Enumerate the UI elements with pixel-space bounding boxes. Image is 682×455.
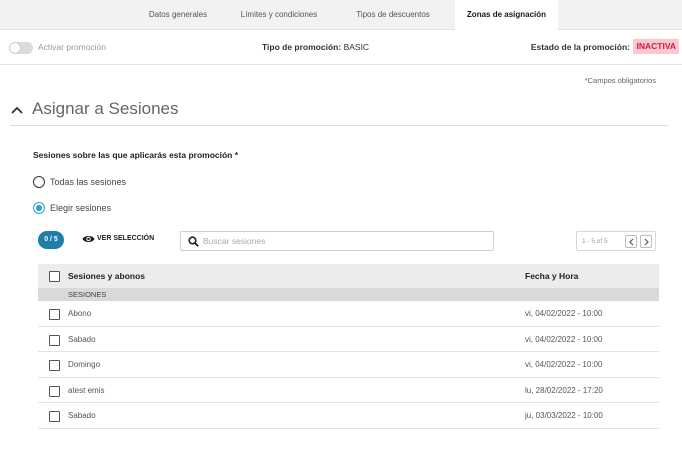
session-name: Sabado — [68, 334, 96, 344]
table-row: Abono vi, 04/02/2022 - 10:00 — [38, 301, 659, 327]
session-date: vi, 04/02/2022 - 10:00 — [525, 360, 603, 369]
radio-button[interactable] — [33, 202, 45, 214]
eye-icon — [82, 236, 95, 242]
tab-limites-condiciones[interactable]: Límites y condiciones — [228, 0, 330, 30]
row-checkbox[interactable] — [49, 385, 60, 397]
select-all-checkbox[interactable] — [49, 271, 60, 282]
row-checkbox[interactable] — [49, 360, 60, 371]
group-row: SESIONES — [38, 288, 659, 301]
table-row: atest emis lu, 28/02/2022 - 17:20 — [38, 378, 659, 403]
session-name: Sabado — [68, 411, 96, 420]
section-title: Asignar a Sesiones — [32, 99, 179, 118]
search-input[interactable] — [203, 234, 483, 248]
column-header-date: Fecha y Hora — [525, 271, 579, 281]
promotion-state-label: Estado de la promoción: — [530, 42, 630, 52]
pagination-text: 1 - 5 of 5 — [582, 238, 608, 245]
table-row: Domingo vi, 04/02/2022 - 10:00 — [38, 352, 659, 378]
chevron-right-icon — [644, 238, 649, 246]
section-header[interactable]: Asignar a Sesiones — [10, 98, 668, 126]
search-icon — [188, 236, 199, 247]
table-row: Sabado vi, 04/02/2022 - 10:00 — [38, 327, 659, 352]
tab-tipos-descuentos[interactable]: Tipos de descuentos — [340, 0, 446, 30]
promotion-type-label: Tipo de promoción: — [262, 42, 342, 52]
row-checkbox[interactable] — [49, 411, 60, 422]
row-checkbox[interactable] — [49, 309, 60, 320]
activate-promotion-toggle[interactable] — [9, 42, 33, 54]
next-page-button[interactable] — [640, 235, 652, 248]
prev-page-button[interactable] — [625, 235, 637, 248]
session-date: lu, 28/02/2022 - 17:20 — [525, 385, 603, 395]
session-date: vi, 04/02/2022 - 10:00 — [525, 309, 603, 318]
table-header: Sesiones y abonos Fecha y Hora — [38, 264, 659, 288]
selected-count-badge: 0 / 5 — [38, 231, 64, 249]
promotion-bar: Activar promoción Tipo de promoción: BAS… — [0, 31, 682, 65]
row-checkbox[interactable] — [49, 334, 60, 346]
column-header-sessions: Sesiones y abonos — [68, 271, 145, 281]
session-name: Domingo — [68, 360, 101, 369]
tab-bar: Datos generales Límites y condiciones Ti… — [0, 0, 682, 31]
promotion-type-value: BASIC — [343, 42, 370, 52]
radio-label: Todas las sesiones — [50, 177, 127, 187]
toggle-knob — [10, 43, 20, 53]
session-date: vi, 04/02/2022 - 10:00 — [525, 334, 603, 344]
radio-button[interactable] — [33, 176, 45, 188]
table-row: Sabado ju, 03/03/2022 - 10:00 — [38, 403, 659, 429]
tab-zonas-asignacion[interactable]: Zonas de asignación — [455, 0, 558, 31]
session-date: ju, 03/03/2022 - 10:00 — [525, 411, 603, 420]
group-label: SESIONES — [68, 290, 107, 299]
session-name: Abono — [68, 309, 92, 318]
chevron-up-icon[interactable] — [10, 103, 24, 117]
search-box — [180, 231, 494, 251]
promotion-type: Tipo de promoción: BASIC — [262, 42, 369, 52]
required-fields-note: *Campos obligatorios — [584, 76, 656, 85]
pagination: 1 - 5 of 5 — [576, 231, 656, 251]
radio-dot — [36, 205, 42, 211]
status-badge: INACTIVA — [633, 39, 679, 54]
tab-datos-generales[interactable]: Datos generales — [132, 0, 224, 30]
sessions-table: Sesiones y abonos Fecha y Hora SESIONES … — [38, 264, 659, 429]
chevron-left-icon — [629, 238, 634, 246]
session-name: atest emis — [68, 385, 105, 395]
activate-promotion-label: Activar promoción — [38, 42, 107, 52]
view-selection-label: VER SELECCIÓN — [97, 235, 155, 242]
radio-label: Elegir sesiones — [50, 203, 112, 213]
sessions-question: Sesiones sobre las que aplicarás esta pr… — [33, 150, 239, 160]
